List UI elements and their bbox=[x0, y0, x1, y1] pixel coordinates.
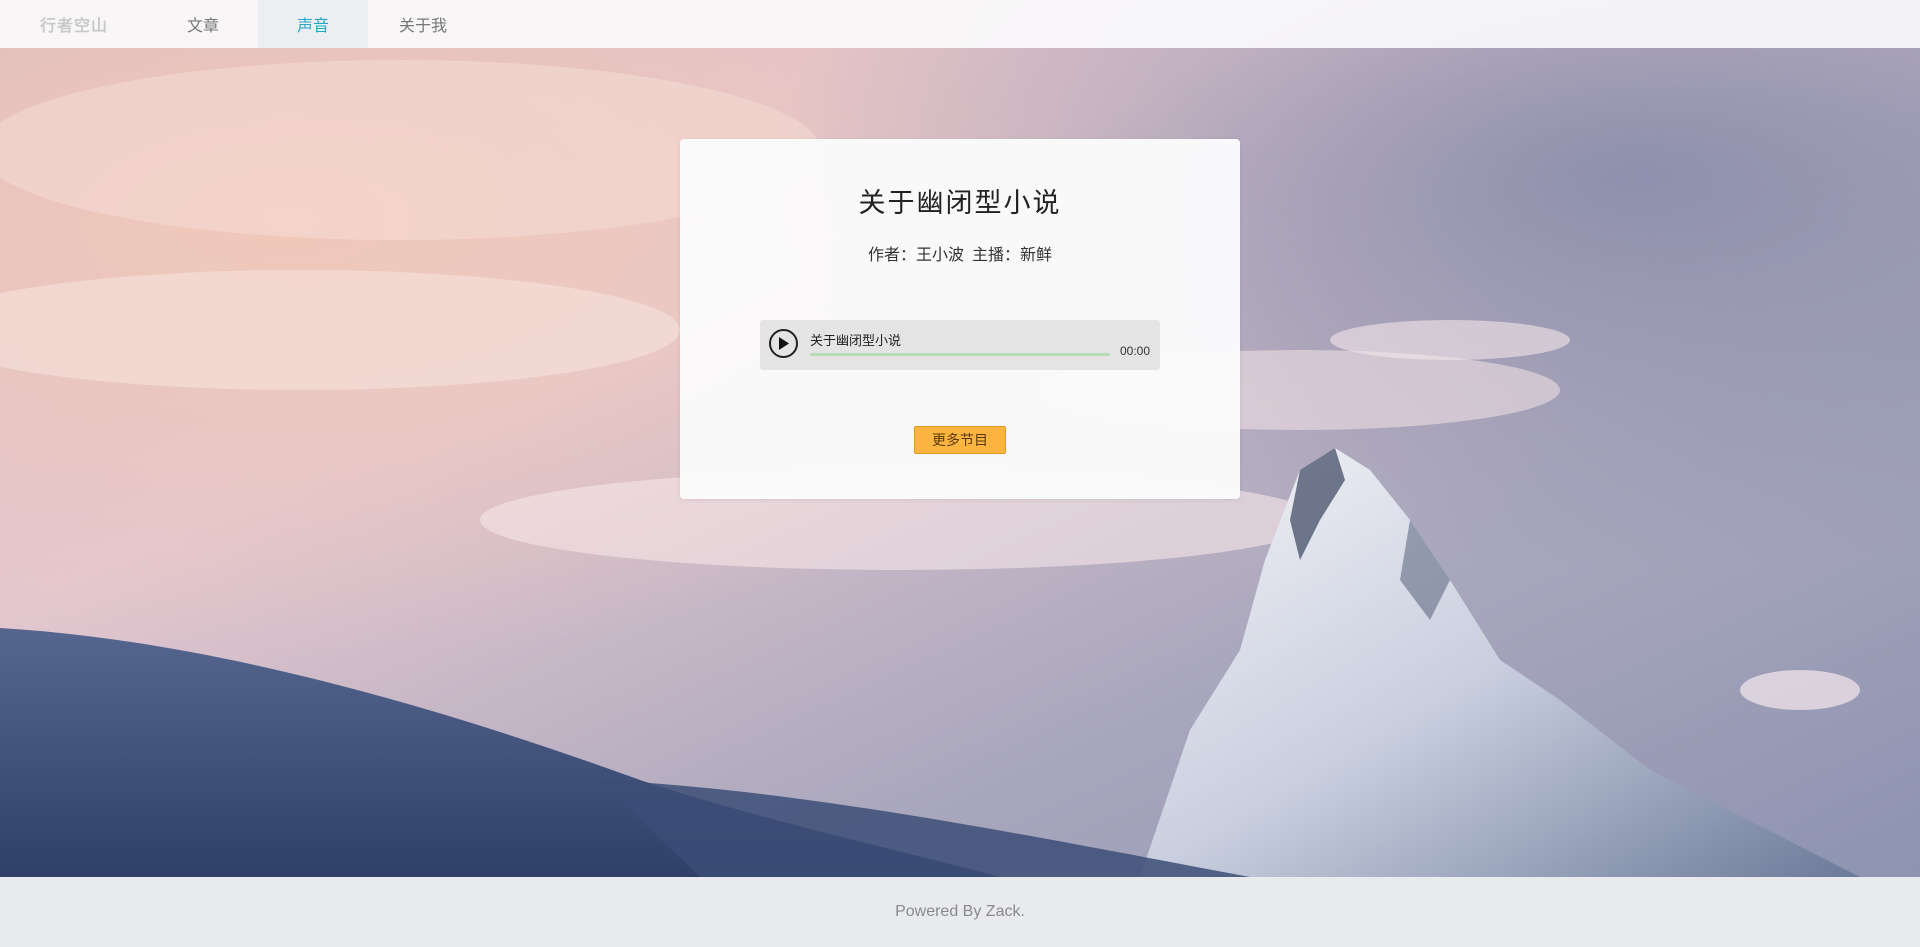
track-title: 关于幽闭型小说 bbox=[810, 333, 902, 348]
episode-title: 关于幽闭型小说 bbox=[858, 188, 1062, 218]
episode-meta: 作者：王小波 主播：新鲜 bbox=[680, 241, 1240, 265]
footer-text: Powered By Zack. bbox=[895, 903, 1025, 920]
footer: Powered By Zack. bbox=[0, 877, 1920, 947]
site-brand[interactable]: 行者空山 bbox=[0, 0, 148, 48]
page: 行者空山 文章 声音 关于我 关于幽闭型小说 作者：王小波 主播：新鲜 关于幽闭型… bbox=[0, 0, 1920, 947]
nav-item-about[interactable]: 关于我 bbox=[368, 0, 478, 48]
progress-bar[interactable] bbox=[810, 353, 1110, 356]
more-episodes-button[interactable]: 更多节目 bbox=[914, 426, 1006, 454]
host-label: 主播：新鲜 bbox=[972, 247, 1053, 264]
nav-item-articles[interactable]: 文章 bbox=[148, 0, 258, 48]
top-nav: 行者空山 文章 声音 关于我 bbox=[0, 0, 1920, 48]
play-button[interactable] bbox=[769, 329, 798, 358]
audio-player: 关于幽闭型小说 00:00 bbox=[760, 320, 1160, 370]
time-display: 00:00 bbox=[1119, 344, 1150, 358]
nav-item-audio[interactable]: 声音 bbox=[258, 0, 368, 48]
episode-card: 关于幽闭型小说 作者：王小波 主播：新鲜 关于幽闭型小说 00:00 更多节目 bbox=[680, 139, 1240, 499]
author-label: 作者：王小波 bbox=[867, 247, 964, 264]
play-icon bbox=[779, 337, 789, 350]
